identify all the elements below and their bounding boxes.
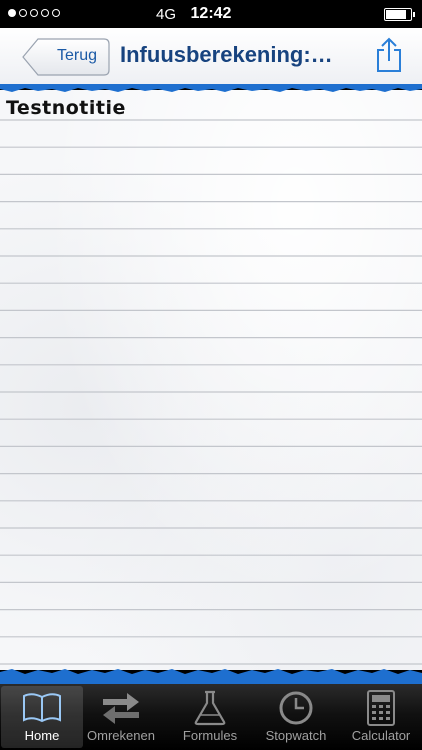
status-time: 12:42 — [190, 5, 232, 22]
page-title: Infuusberekening:… — [120, 42, 333, 67]
status-bar: 4G 12:42 — [0, 0, 422, 28]
screen: 4G 12:42 Terug Infuusberekening:… Testno… — [0, 0, 422, 750]
torn-edge-top — [0, 84, 422, 92]
tab-calculator-label: Calculator — [351, 728, 411, 743]
tab-calculator[interactable]: Calculator — [340, 686, 422, 748]
clock-icon — [279, 691, 313, 725]
calculator-icon — [367, 690, 395, 726]
torn-edge-bottom — [0, 669, 422, 684]
back-button[interactable]: Terug — [22, 38, 110, 76]
book-icon — [23, 693, 61, 723]
note-paper[interactable]: Testnotitie — [0, 90, 422, 670]
tab-stopwatch-label: Stopwatch — [265, 728, 327, 743]
tab-formules[interactable]: Formules — [169, 686, 251, 748]
tab-formules-label: Formules — [182, 728, 238, 743]
back-button-label: Terug — [56, 47, 98, 64]
battery-icon — [384, 8, 415, 21]
share-icon[interactable] — [376, 37, 402, 73]
tab-home[interactable]: Home — [1, 686, 83, 748]
swap-arrows-icon — [103, 693, 139, 724]
flask-icon — [194, 690, 226, 726]
navigation-bar: Terug Infuusberekening:… — [0, 28, 422, 85]
tab-omrekenen-label: Omrekenen — [87, 728, 155, 743]
tab-bar: Home Omrekenen Formules Stopwatch Calcul… — [0, 684, 422, 750]
tab-home-label: Home — [24, 728, 60, 743]
note-text[interactable]: Testnotitie — [6, 97, 126, 119]
ruled-lines — [0, 119, 422, 665]
tab-omrekenen[interactable]: Omrekenen — [80, 686, 162, 748]
tab-stopwatch[interactable]: Stopwatch — [255, 686, 337, 748]
